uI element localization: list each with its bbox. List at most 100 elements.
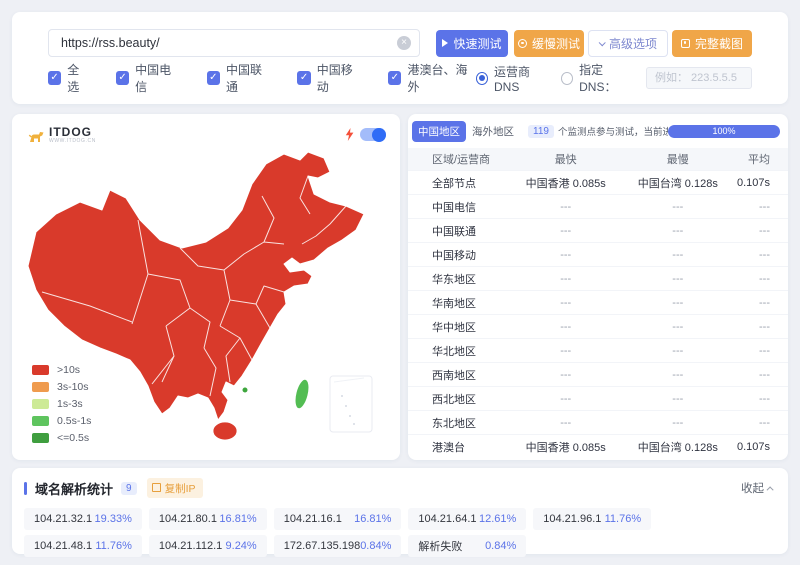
chevron-down-icon bbox=[599, 39, 606, 46]
isp-checkbox-group: ✓全选 ✓中国电信 ✓ 中国联通 ✓中国移动 ✓港澳台、海外 bbox=[48, 61, 476, 95]
legend-swatch bbox=[32, 382, 49, 392]
table-cell: 全部节点 bbox=[408, 175, 507, 191]
checkbox-label: 全选 bbox=[67, 61, 90, 95]
table-cell: --- bbox=[731, 393, 788, 405]
collapse-button[interactable]: 收起 bbox=[741, 480, 774, 496]
legend-label: 1s-3s bbox=[57, 398, 83, 410]
table-cell: 港澳台 bbox=[408, 439, 507, 455]
table-cell: 华中地区 bbox=[408, 319, 507, 335]
checkbox-label: 港澳台、海外 bbox=[407, 61, 475, 95]
legend-item-4: <=0.5s bbox=[32, 432, 91, 444]
ip-stat-cell: 104.21.16.116.81% bbox=[274, 508, 402, 530]
table-cell: --- bbox=[507, 345, 625, 357]
table-cell: 西北地区 bbox=[408, 391, 507, 407]
ip-address: 104.21.48.1 bbox=[34, 540, 92, 552]
table-cell: --- bbox=[507, 393, 625, 405]
results-panel: 中国地区 海外地区 119 个监测点参与测试，当前进度： 100% 区域/运营商… bbox=[408, 114, 788, 460]
chevron-up-icon bbox=[767, 486, 774, 493]
ip-stat-cell: 104.21.32.119.33% bbox=[24, 508, 142, 530]
full-screenshot-label: 完整截图 bbox=[695, 35, 743, 52]
table-cell: 东北地区 bbox=[408, 415, 507, 431]
table-row: 华东地区--------- bbox=[408, 266, 788, 290]
table-row: 西北地区--------- bbox=[408, 386, 788, 410]
ip-percentage: 19.33% bbox=[95, 513, 132, 525]
table-cell: --- bbox=[625, 225, 731, 237]
quick-test-button[interactable]: 快速测试 bbox=[436, 30, 508, 57]
table-row: 华北地区--------- bbox=[408, 338, 788, 362]
latency-legend: >10s3s-10s1s-3s0.5s-1s<=0.5s bbox=[32, 359, 91, 444]
carrier-dns-radio[interactable] bbox=[476, 72, 488, 85]
ip-stat-cell: 104.21.64.112.61% bbox=[408, 508, 526, 530]
copy-ip-button[interactable]: 复制IP bbox=[147, 478, 203, 498]
results-table-header: 区域/运营商 最快 最慢 平均 bbox=[408, 148, 788, 170]
table-cell: 中国台湾 0.128s bbox=[625, 175, 731, 191]
table-cell: --- bbox=[507, 369, 625, 381]
table-cell: 中国香港 0.085s bbox=[507, 175, 625, 191]
table-cell: --- bbox=[731, 225, 788, 237]
checkbox-3[interactable]: ✓中国移动 bbox=[297, 61, 362, 95]
legend-swatch bbox=[32, 416, 49, 426]
toggle-knob bbox=[372, 128, 386, 142]
table-row: 港澳台中国香港 0.085s中国台湾 0.128s0.107s bbox=[408, 434, 788, 458]
slow-test-label: 缓慢测试 bbox=[532, 35, 580, 52]
table-cell: --- bbox=[625, 321, 731, 333]
tab-china-region[interactable]: 中国地区 bbox=[412, 121, 466, 142]
table-cell: --- bbox=[731, 417, 788, 429]
ip-address: 104.21.112.1 bbox=[159, 540, 222, 552]
table-cell: --- bbox=[507, 321, 625, 333]
legend-item-0: >10s bbox=[32, 364, 91, 376]
url-input-wrap: × bbox=[48, 29, 420, 57]
dog-icon bbox=[28, 128, 45, 144]
play-icon bbox=[442, 39, 448, 47]
checkbox-2[interactable]: ✓ 中国联通 bbox=[207, 61, 272, 95]
dns-options: 运营商DNS 指定DNS： bbox=[476, 61, 752, 95]
legend-label: <=0.5s bbox=[57, 432, 89, 444]
tab-overseas-region[interactable]: 海外地区 bbox=[466, 121, 520, 142]
table-row: 华南地区--------- bbox=[408, 290, 788, 314]
test-config-panel: × 快速测试 缓慢测试 高级选项 完整截图 ✓全选 ✓中国电信 ✓ 中国联通 ✓中国移动… bbox=[12, 12, 788, 104]
table-cell: 中国联通 bbox=[408, 223, 507, 239]
table-cell: --- bbox=[507, 201, 625, 213]
table-cell: 中国香港 0.085s bbox=[507, 439, 625, 455]
ip-percentage: 0.84% bbox=[360, 540, 391, 552]
check-icon: ✓ bbox=[207, 71, 220, 85]
custom-dns-radio[interactable] bbox=[561, 72, 573, 85]
ip-address: 172.67.135.198 bbox=[284, 540, 360, 552]
legend-swatch bbox=[32, 433, 49, 443]
legend-label: >10s bbox=[57, 364, 80, 376]
full-screenshot-button[interactable]: 完整截图 bbox=[672, 30, 752, 57]
checkbox-4[interactable]: ✓港澳台、海外 bbox=[388, 61, 476, 95]
table-cell: --- bbox=[731, 273, 788, 285]
table-cell: 0.107s bbox=[731, 177, 788, 189]
checkbox-0[interactable]: ✓全选 bbox=[48, 61, 90, 95]
table-row: 中国联通--------- bbox=[408, 218, 788, 242]
ip-address: 解析失败 bbox=[418, 538, 462, 554]
table-cell: 中国电信 bbox=[408, 199, 507, 215]
slow-test-button[interactable]: 缓慢测试 bbox=[514, 30, 584, 57]
clear-input-icon[interactable]: × bbox=[397, 36, 411, 50]
node-count-badge: 119 bbox=[528, 125, 554, 138]
table-row: 西南地区--------- bbox=[408, 362, 788, 386]
table-cell: 华南地区 bbox=[408, 295, 507, 311]
custom-dns-input[interactable] bbox=[646, 67, 752, 89]
checkbox-1[interactable]: ✓中国电信 bbox=[116, 61, 181, 95]
legend-item-2: 1s-3s bbox=[32, 398, 91, 410]
advanced-options-label: 高级选项 bbox=[609, 35, 657, 52]
table-cell: 中国移动 bbox=[408, 247, 507, 263]
ip-percentage: 12.61% bbox=[479, 513, 516, 525]
url-input[interactable] bbox=[48, 29, 420, 57]
table-cell: --- bbox=[625, 249, 731, 261]
ip-stat-cell: 解析失败0.84% bbox=[408, 535, 526, 557]
table-cell: --- bbox=[507, 273, 625, 285]
map-mode-toggle[interactable] bbox=[360, 128, 386, 141]
advanced-options-button[interactable]: 高级选项 bbox=[588, 30, 668, 57]
table-cell: --- bbox=[625, 393, 731, 405]
collapse-label: 收起 bbox=[741, 480, 764, 496]
ip-address: 104.21.80.1 bbox=[159, 513, 217, 525]
legend-item-3: 0.5s-1s bbox=[32, 415, 91, 427]
ip-address: 104.21.96.1 bbox=[543, 513, 601, 525]
table-cell: --- bbox=[507, 249, 625, 261]
ip-stat-cell: 104.21.48.111.76% bbox=[24, 535, 142, 557]
checkbox-label: 中国电信 bbox=[135, 61, 181, 95]
checkbox-label: 中国联通 bbox=[226, 61, 272, 95]
